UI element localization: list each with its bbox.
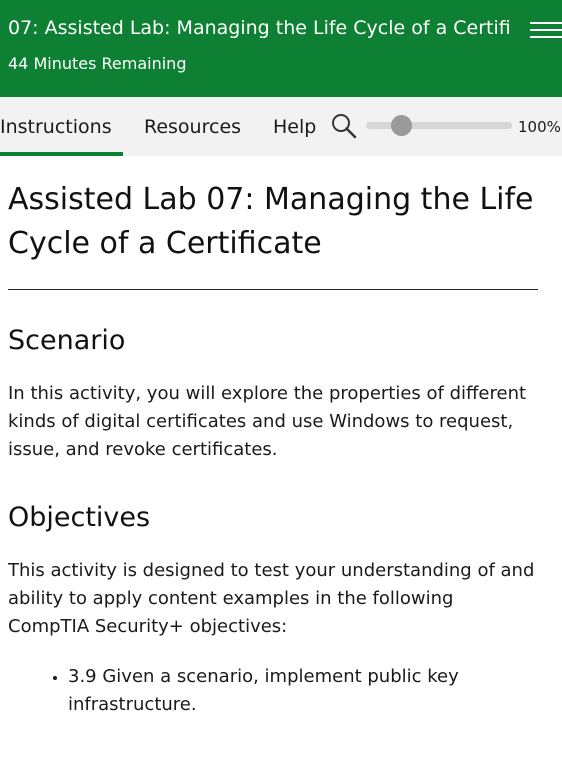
page-title: Assisted Lab 07: Managing the Life Cycle… <box>8 182 534 261</box>
menu-line <box>530 36 562 38</box>
objectives-list: 3.9 Given a scenario, implement public k… <box>8 663 538 719</box>
lab-title: 07: Assisted Lab: Managing the Life Cycl… <box>8 17 510 39</box>
menu-line <box>530 22 562 24</box>
search-icon[interactable] <box>330 112 358 140</box>
section-heading-scenario: Scenario <box>8 325 126 356</box>
search-icon-glyph <box>332 114 357 139</box>
scenario-text: In this activity, you will explore the p… <box>8 383 527 460</box>
tab-resources[interactable]: Resources <box>144 97 241 156</box>
zoom-level: 100% <box>518 118 561 136</box>
tab-instructions[interactable]: Instructions <box>0 97 123 156</box>
objectives-text: This activity is designed to test your u… <box>8 560 535 637</box>
instructions-content: Assisted Lab 07: Managing the Life Cycle… <box>8 156 538 719</box>
menu-line <box>530 29 562 31</box>
lab-header: 07: Assisted Lab: Managing the Life Cycl… <box>0 0 562 97</box>
zoom-slider[interactable] <box>366 115 512 136</box>
zoom-slider-thumb[interactable] <box>391 115 412 136</box>
list-item: 3.9 Given a scenario, implement public k… <box>68 663 538 719</box>
tab-help[interactable]: Help <box>273 97 316 156</box>
time-remaining: 44 Minutes Remaining <box>8 54 187 73</box>
section-heading-objectives: Objectives <box>8 502 151 533</box>
title-divider <box>8 289 538 290</box>
hamburger-menu-icon[interactable] <box>530 19 562 41</box>
